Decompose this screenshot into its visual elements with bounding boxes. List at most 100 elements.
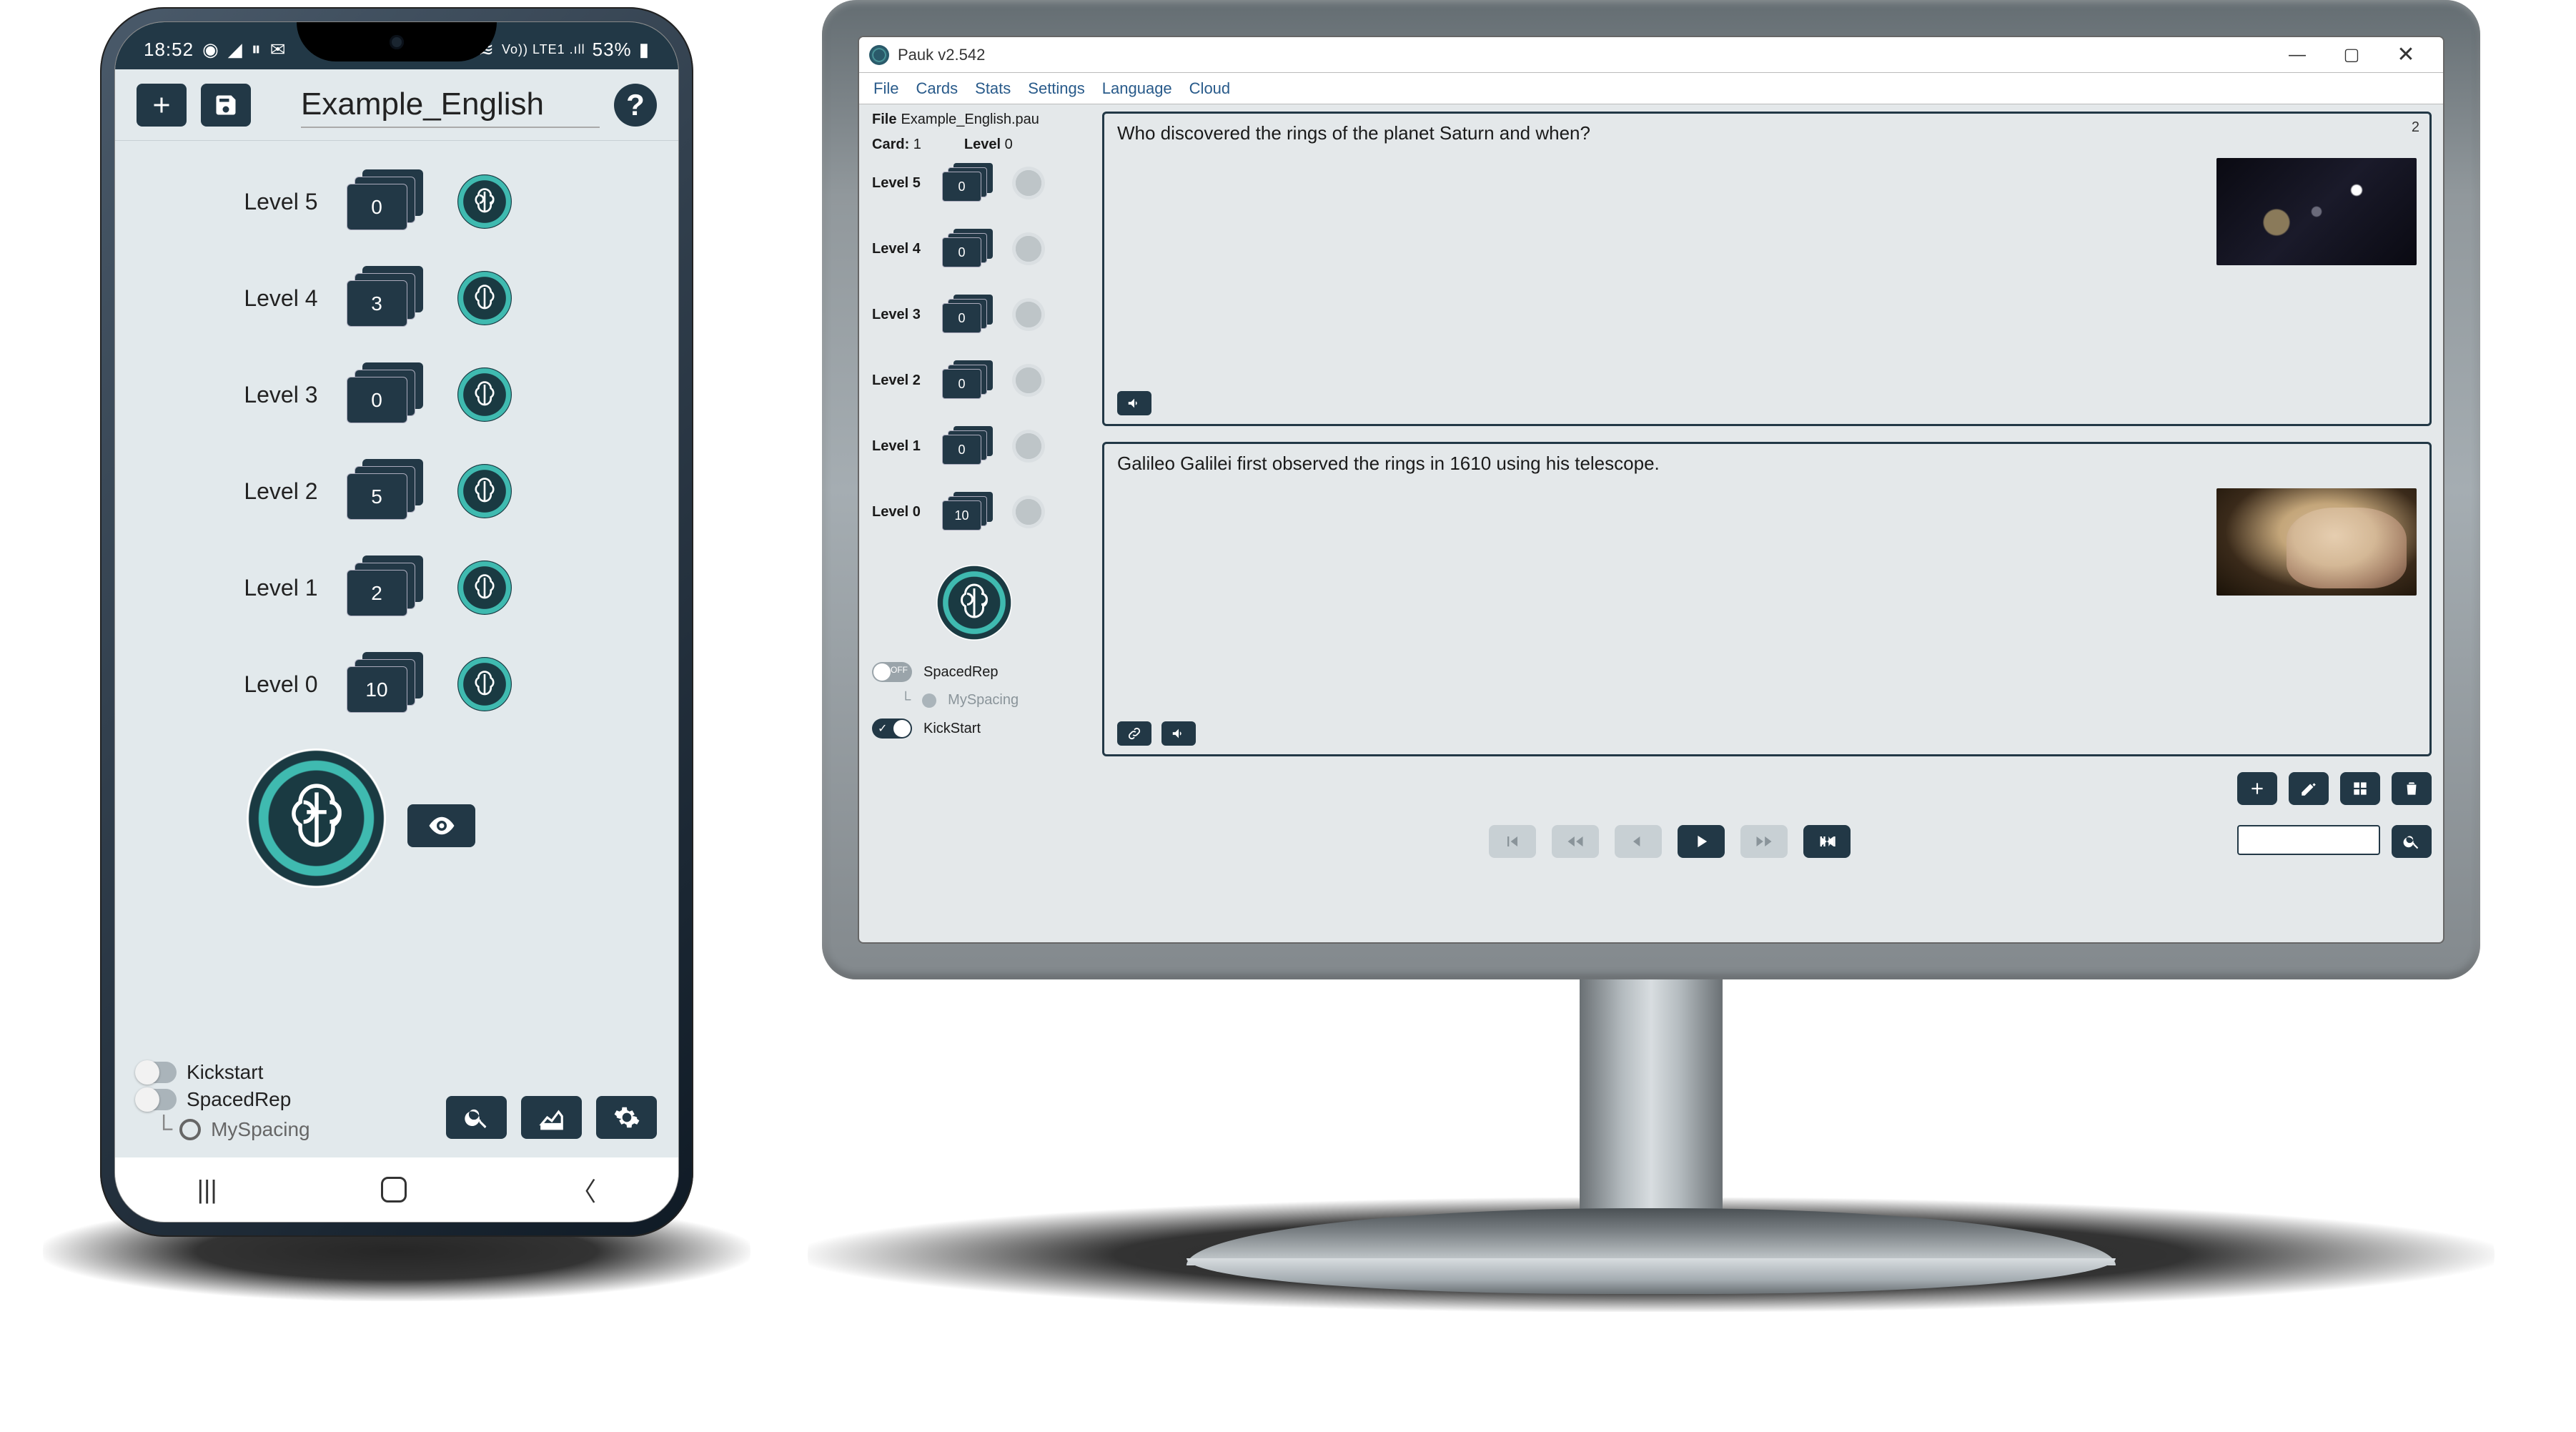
chart-button[interactable]: [521, 1096, 582, 1139]
desktop-window: Pauk v2.542 — ▢ ✕ File Cards Stats Setti…: [858, 36, 2444, 944]
pause-icon: ⏸: [252, 38, 262, 61]
level-0-brain-button[interactable]: [457, 657, 512, 711]
level-1-stack[interactable]: 2: [347, 555, 429, 620]
play-button[interactable]: [1678, 825, 1725, 858]
d-level-2-brain-button[interactable]: [1012, 364, 1045, 397]
first-button[interactable]: [1489, 825, 1536, 858]
question-image: [2216, 158, 2417, 265]
level-0-stack[interactable]: 10: [347, 652, 429, 716]
d-level-3-brain-button[interactable]: [1012, 298, 1045, 331]
myspacing-label: MySpacing: [211, 1118, 310, 1141]
add-button[interactable]: [137, 84, 187, 127]
level-1-label: Level 1: [225, 575, 318, 601]
d-level-5-label: Level 5: [872, 175, 926, 192]
d-level-0-stack[interactable]: 10: [942, 492, 996, 532]
d-level-2-stack[interactable]: 0: [942, 360, 996, 400]
telegram-icon: ◢: [228, 39, 243, 61]
question-text: Who discovered the rings of the planet S…: [1117, 122, 2202, 253]
myspacing-radio[interactable]: [179, 1119, 201, 1140]
d-level-0-brain-button[interactable]: [1012, 495, 1045, 528]
d-myspacing-label: MySpacing: [948, 692, 1019, 708]
d-level-4-brain-button[interactable]: [1012, 232, 1045, 265]
monitor-base: [1187, 1208, 2116, 1265]
monitor-base: [1187, 1258, 2116, 1294]
question-index: 2: [2412, 119, 2419, 136]
level-1-brain-button[interactable]: [457, 561, 512, 615]
d-level-1-label: Level 1: [872, 438, 926, 455]
level-5-brain-button[interactable]: [457, 174, 512, 229]
d-study-all-button[interactable]: [936, 565, 1012, 641]
d-edit-button[interactable]: [2289, 772, 2329, 805]
d-myspacing-radio[interactable]: [922, 693, 936, 708]
last-button[interactable]: [1803, 825, 1851, 858]
level-5-stack[interactable]: 0: [347, 169, 429, 234]
spacedrep-toggle[interactable]: [137, 1089, 177, 1110]
phone-device: 18:52 ◉ ◢ ⏸ ✉ ≋ Vo)) LTE1 .ıll 53% ▮ Exa…: [100, 7, 693, 1237]
search-button[interactable]: [446, 1096, 507, 1139]
nav-recent-icon[interactable]: |||: [197, 1175, 217, 1205]
menu-cloud[interactable]: Cloud: [1189, 79, 1230, 98]
d-delete-button[interactable]: [2392, 772, 2432, 805]
menu-settings[interactable]: Settings: [1028, 79, 1085, 98]
question-audio-button[interactable]: [1117, 391, 1151, 415]
answer-image: [2216, 488, 2417, 596]
nav-back-icon[interactable]: 〈: [570, 1171, 596, 1208]
level-2-label: Level 2: [225, 478, 318, 505]
d-add-button[interactable]: [2237, 772, 2277, 805]
battery-label: 53%: [593, 39, 632, 61]
study-all-button[interactable]: [247, 749, 386, 888]
prev-button[interactable]: [1615, 825, 1662, 858]
kickstart-toggle[interactable]: [137, 1062, 177, 1083]
nav-home-icon[interactable]: [381, 1177, 407, 1203]
menubar: File Cards Stats Settings Language Cloud: [859, 73, 2443, 104]
phone-notch: [297, 22, 497, 61]
message-icon: ✉: [270, 39, 287, 61]
d-spacedrep-toggle[interactable]: [872, 662, 912, 682]
level-4-brain-button[interactable]: [457, 271, 512, 325]
d-level-1-brain-button[interactable]: [1012, 430, 1045, 463]
d-search-button[interactable]: [2392, 825, 2432, 858]
maximize-button[interactable]: ▢: [2324, 41, 2379, 69]
signal-label: Vo)) LTE1 .ıll: [502, 42, 585, 57]
level-3-stack[interactable]: 0: [347, 362, 429, 427]
settings-button[interactable]: [596, 1096, 657, 1139]
rewind-button[interactable]: [1552, 825, 1599, 858]
level-3-brain-button[interactable]: [457, 367, 512, 422]
d-level-3-label: Level 3: [872, 307, 926, 323]
question-pane: Who discovered the rings of the planet S…: [1102, 112, 2432, 426]
level-4-stack[interactable]: 3: [347, 266, 429, 330]
d-level-5-stack[interactable]: 0: [942, 163, 996, 203]
d-level-4-stack[interactable]: 0: [942, 229, 996, 269]
answer-audio-button[interactable]: [1161, 721, 1196, 746]
close-button[interactable]: ✕: [2379, 41, 2433, 69]
preview-button[interactable]: [407, 804, 475, 847]
level-2-stack[interactable]: 5: [347, 459, 429, 523]
save-button[interactable]: [201, 84, 251, 127]
d-level-5-brain-button[interactable]: [1012, 167, 1045, 199]
window-title: Pauk v2.542: [898, 46, 985, 64]
answer-link-button[interactable]: [1117, 721, 1151, 746]
d-kickstart-label: KickStart: [923, 721, 981, 737]
minimize-button[interactable]: —: [2270, 41, 2324, 69]
phone-nav-bar: ||| 〈: [115, 1157, 678, 1222]
d-level-1-stack[interactable]: 0: [942, 426, 996, 466]
menu-cards[interactable]: Cards: [916, 79, 958, 98]
level-5-label: Level 5: [225, 189, 318, 215]
level-2-brain-button[interactable]: [457, 464, 512, 518]
d-spacedrep-label: SpacedRep: [923, 664, 999, 681]
whatsapp-icon: ◉: [202, 39, 219, 61]
kickstart-label: Kickstart: [187, 1061, 263, 1084]
monitor-neck: [1580, 965, 1723, 1223]
fastfwd-button[interactable]: [1740, 825, 1788, 858]
spacedrep-label: SpacedRep: [187, 1088, 291, 1111]
phone-body: Level 50 Level 43 Level 30 Level 25 Leve…: [115, 141, 678, 1157]
menu-stats[interactable]: Stats: [975, 79, 1011, 98]
d-kickstart-toggle[interactable]: [872, 719, 912, 739]
d-grid-button[interactable]: [2340, 772, 2380, 805]
menu-file[interactable]: File: [873, 79, 898, 98]
help-button[interactable]: ?: [614, 84, 657, 127]
phone-title[interactable]: Example_English: [301, 82, 600, 128]
d-level-3-stack[interactable]: 0: [942, 295, 996, 335]
d-search-input[interactable]: [2237, 825, 2380, 855]
menu-language[interactable]: Language: [1102, 79, 1172, 98]
